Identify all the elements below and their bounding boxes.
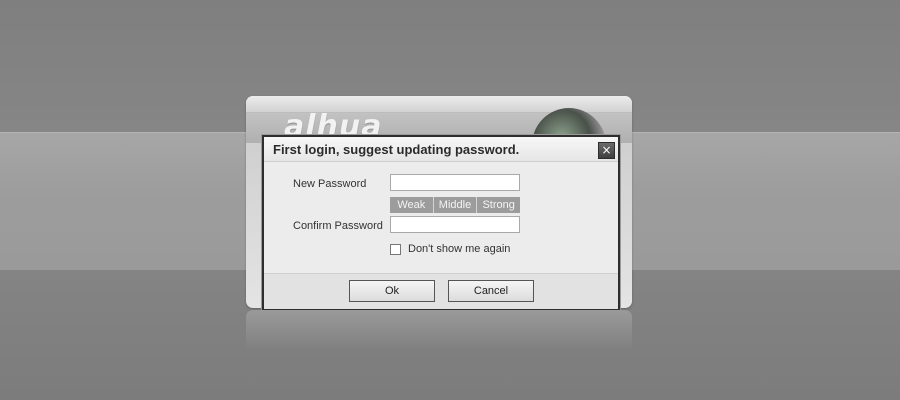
dialog-title: First login, suggest updating password. — [273, 142, 520, 157]
cancel-button[interactable]: Cancel — [448, 280, 534, 302]
dont-show-again-checkbox[interactable] — [390, 243, 401, 255]
strength-middle: Middle — [433, 197, 478, 213]
dialog-footer — [264, 273, 618, 309]
new-password-label: New Password — [293, 178, 367, 190]
strength-weak: Weak — [390, 197, 434, 213]
dont-show-again-option[interactable]: Don't show me again — [390, 242, 510, 256]
password-strength-meter: Weak Middle Strong — [390, 197, 521, 213]
password-update-dialog: First login, suggest updating password. … — [262, 135, 620, 310]
ok-button[interactable]: Ok — [349, 280, 435, 302]
new-password-input[interactable] — [390, 174, 520, 191]
close-icon: × — [601, 143, 612, 157]
strength-strong: Strong — [477, 197, 521, 213]
dialog-title-bar: First login, suggest updating password. … — [264, 137, 618, 162]
dont-show-again-label: Don't show me again — [408, 243, 511, 255]
confirm-password-input[interactable] — [390, 216, 520, 233]
confirm-password-label: Confirm Password — [293, 220, 383, 232]
close-button[interactable]: × — [598, 142, 615, 159]
panel-reflection — [246, 310, 632, 350]
